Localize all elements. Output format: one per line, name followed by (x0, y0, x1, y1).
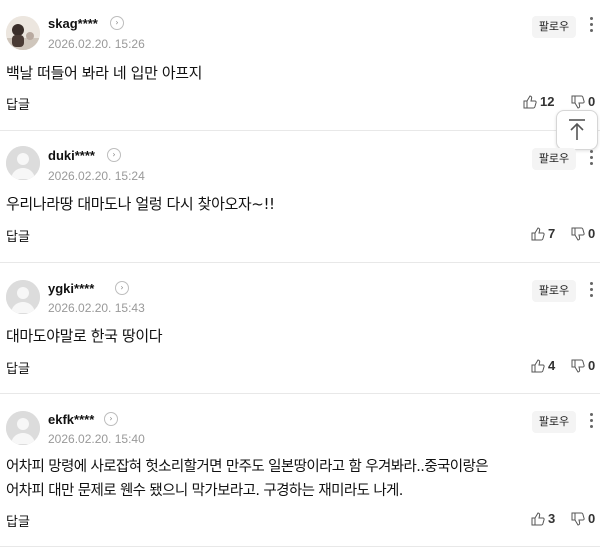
dislike-count: 0 (588, 511, 596, 526)
author-nickname[interactable]: skag**** (48, 16, 98, 31)
comment-date: 2026.02.20. 15:43 (48, 301, 145, 315)
thumbs-up-icon (523, 94, 537, 108)
avatar[interactable] (6, 280, 40, 314)
author-nickname[interactable]: ygki**** (48, 281, 94, 296)
comment-divider (0, 546, 600, 547)
reply-button[interactable]: 답글 (6, 358, 30, 377)
like-button[interactable]: 7 (531, 226, 555, 241)
follow-button[interactable]: 팔로우 (532, 16, 576, 38)
reply-button[interactable]: 답글 (6, 226, 30, 245)
comment-item: skag**** › 2026.02.20. 15:26 팔로우 백날 떠들어 … (0, 0, 600, 130)
comment-text: 대마도야말로 한국 땅이다 (6, 327, 163, 345)
follow-button[interactable]: 팔로우 (532, 280, 576, 302)
chevron-right-icon[interactable]: › (110, 16, 124, 30)
thumbs-down-icon (571, 359, 585, 373)
dislike-count: 0 (588, 226, 596, 241)
dislike-button[interactable]: 0 (571, 226, 595, 241)
comment-text: 백날 떠들어 봐라 네 입만 아프지 (6, 64, 203, 82)
comment-item: ekfk**** › 2026.02.20. 15:40 팔로우 어차피 망령에… (0, 394, 600, 548)
chevron-right-icon[interactable]: › (104, 412, 118, 426)
like-count: 7 (548, 226, 556, 241)
comment-date: 2026.02.20. 15:40 (48, 432, 145, 446)
chevron-right-icon[interactable]: › (107, 148, 121, 162)
dislike-count: 0 (588, 94, 596, 109)
thumbs-up-icon (531, 511, 545, 525)
reply-button[interactable]: 답글 (6, 94, 30, 113)
thumbs-down-icon (571, 95, 585, 109)
follow-button[interactable]: 팔로우 (532, 148, 576, 170)
dislike-button[interactable]: 0 (571, 94, 595, 109)
reply-button[interactable]: 답글 (6, 511, 30, 530)
like-button[interactable]: 4 (531, 358, 555, 373)
comment-text-line: 어차피 망령에 사로잡혀 헛소리할거면 만주도 일본땅이라고 함 우겨봐라..중… (6, 459, 489, 475)
dislike-count: 0 (588, 358, 596, 373)
comment-date: 2026.02.20. 15:26 (48, 37, 145, 51)
avatar[interactable] (6, 411, 40, 445)
comment-item: duki**** › 2026.02.20. 15:24 팔로우 우리나라땅 대… (0, 131, 600, 262)
like-button[interactable]: 3 (531, 511, 555, 526)
kebab-menu-icon[interactable] (588, 17, 594, 35)
chevron-right-icon[interactable]: › (115, 281, 129, 295)
author-nickname[interactable]: duki**** (48, 148, 95, 163)
dislike-button[interactable]: 0 (571, 511, 595, 526)
like-count: 4 (548, 358, 556, 373)
comment-text: 우리나라땅 대마도나 얼렁 다시 찾아오자~!! (6, 195, 275, 213)
dislike-button[interactable]: 0 (571, 358, 595, 373)
thumbs-up-icon (531, 226, 545, 240)
kebab-menu-icon[interactable] (588, 150, 594, 168)
kebab-menu-icon[interactable] (588, 282, 594, 300)
like-count: 3 (548, 511, 556, 526)
avatar[interactable] (6, 146, 40, 180)
author-nickname[interactable]: ekfk**** (48, 412, 94, 427)
comment-text-line: 어차피 대만 문제로 웬수 됐으니 막가보라고. 구경하는 재미라도 나게. (6, 483, 403, 499)
follow-button[interactable]: 팔로우 (532, 411, 576, 433)
like-count: 12 (540, 94, 555, 109)
kebab-menu-icon[interactable] (588, 413, 594, 431)
avatar[interactable] (6, 16, 40, 50)
like-button[interactable]: 12 (523, 94, 554, 109)
thumbs-down-icon (571, 512, 585, 526)
thumbs-up-icon (531, 358, 545, 372)
comment-item: ygki**** › 2026.02.20. 15:43 팔로우 대마도야말로 … (0, 263, 600, 393)
thumbs-down-icon (571, 227, 585, 241)
comment-date: 2026.02.20. 15:24 (48, 169, 145, 183)
